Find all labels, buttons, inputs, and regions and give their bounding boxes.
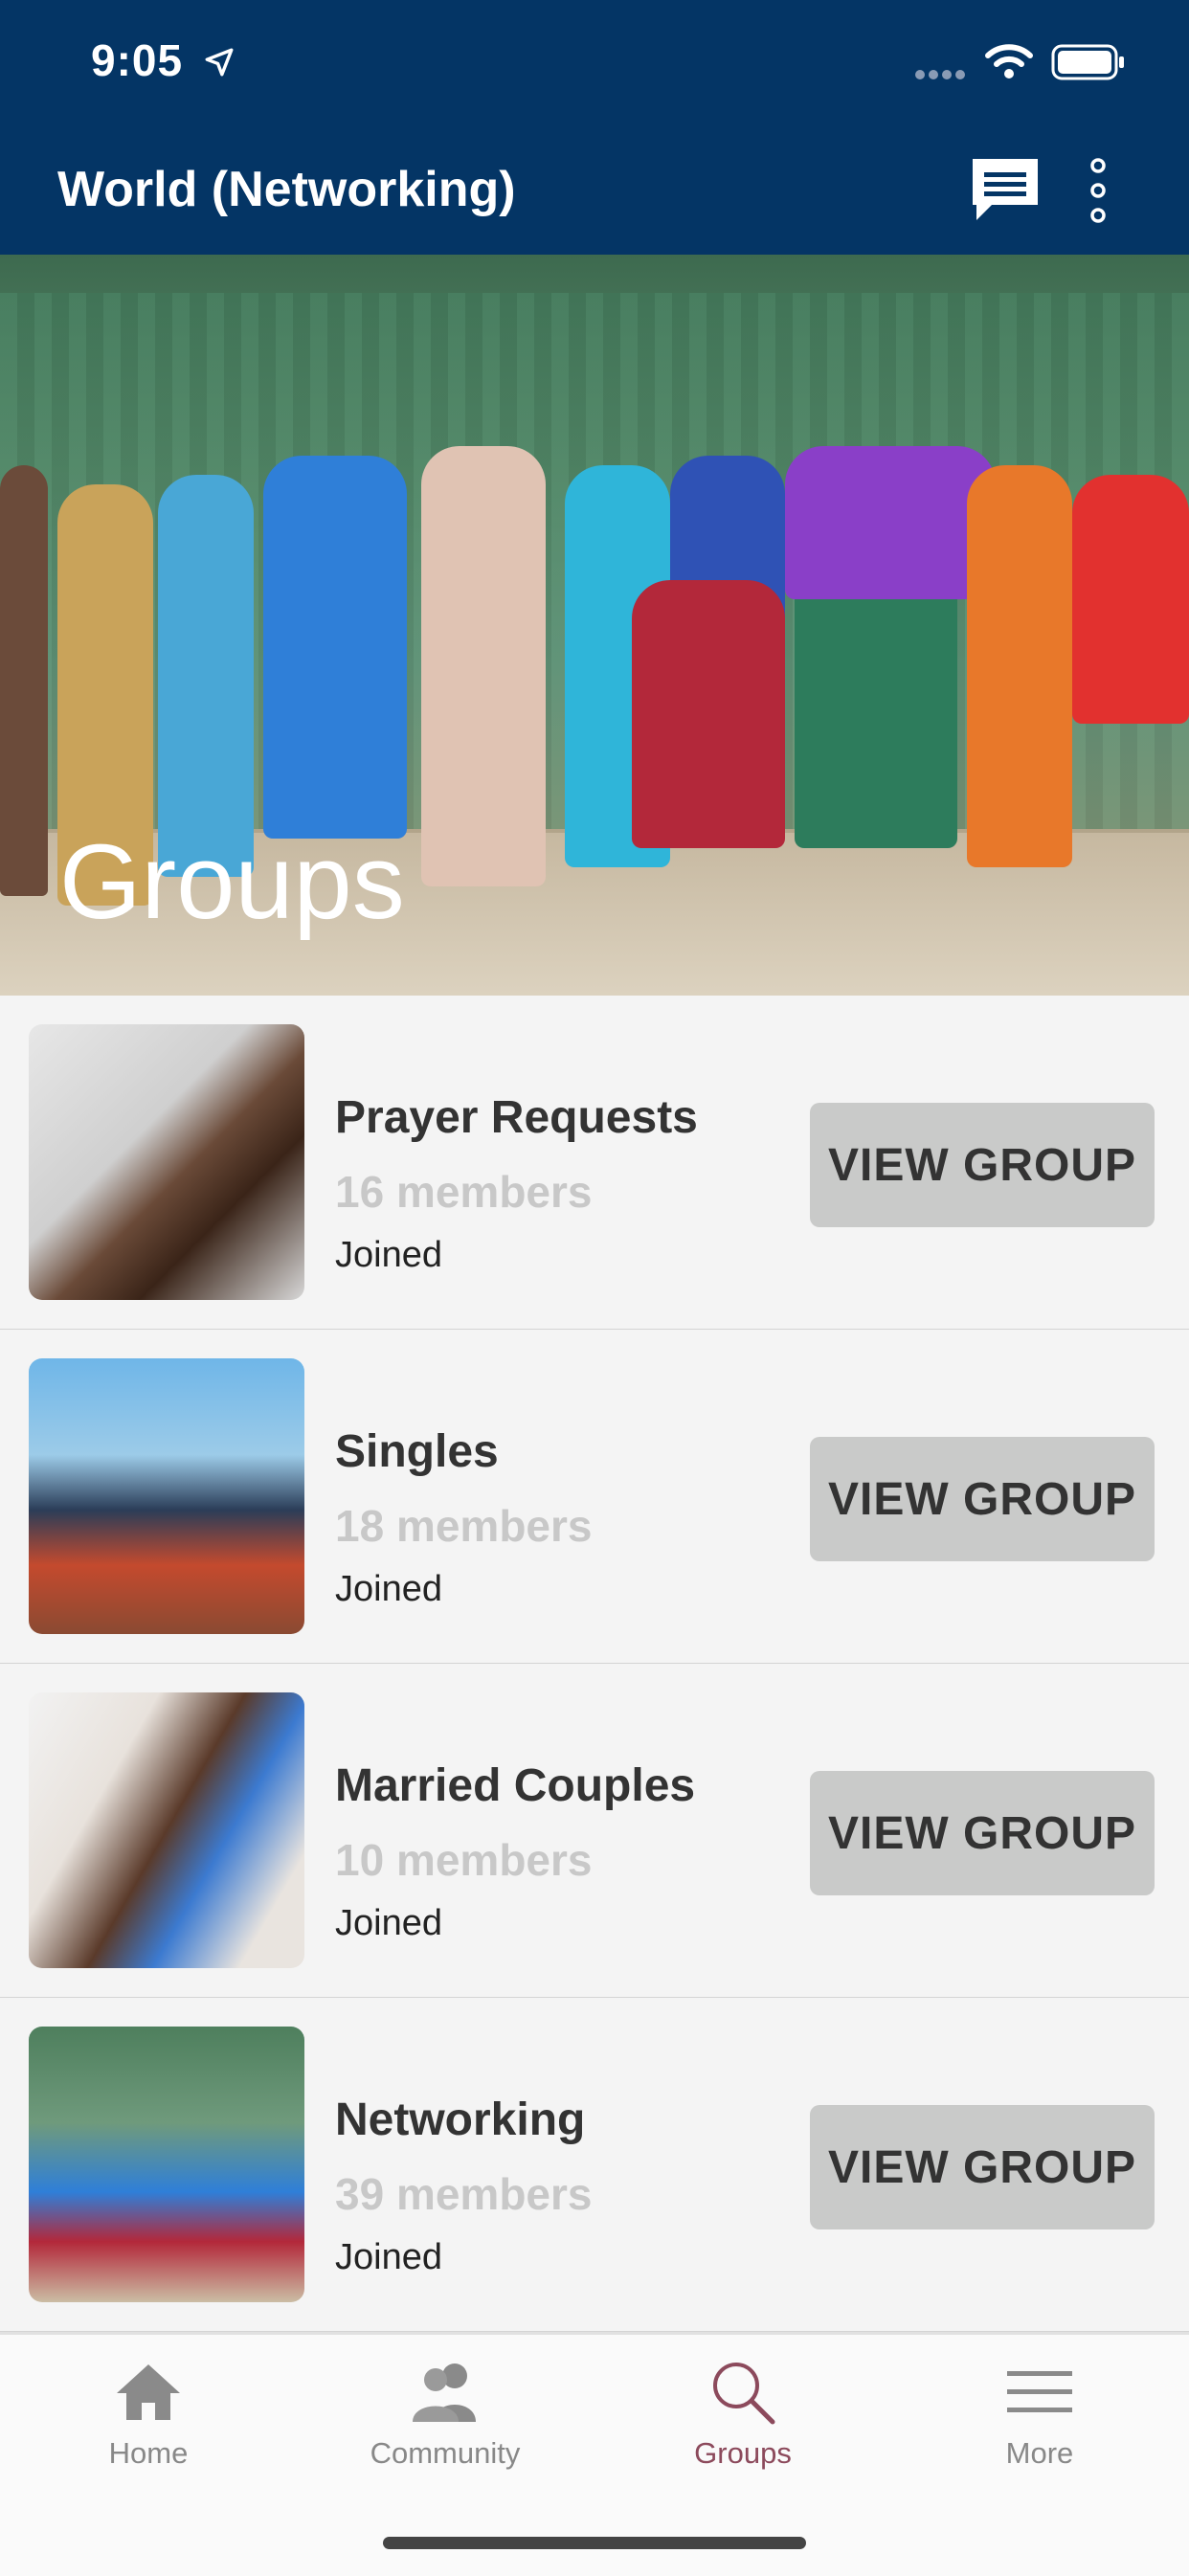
location-arrow-icon (205, 48, 234, 77)
group-thumbnail (29, 1358, 304, 1634)
hero-person (263, 456, 407, 839)
group-thumbnail (29, 1024, 304, 1300)
group-name: Married Couples (335, 1760, 696, 1811)
group-row[interactable]: Singles 18 members Joined VIEW GROUP (0, 1330, 1189, 1666)
tab-more[interactable]: More (925, 2354, 1155, 2471)
hero-person (421, 446, 546, 886)
status-time: 9:05 (91, 35, 184, 85)
group-thumbnail (29, 1692, 304, 1968)
group-row[interactable]: Prayer Requests 16 members Joined VIEW G… (0, 996, 1189, 1332)
hero-person (158, 475, 254, 877)
view-group-button[interactable]: VIEW GROUP (810, 1103, 1155, 1227)
group-join-status: Joined (335, 2237, 442, 2277)
hero-person (785, 446, 996, 599)
hero-person (1072, 475, 1189, 724)
tab-label: Community (370, 2436, 521, 2470)
group-name: Prayer Requests (335, 1092, 698, 1143)
chat-icon[interactable] (969, 155, 1042, 226)
app-bar: World (Networking) (0, 134, 1189, 255)
page-title: World (Networking) (57, 162, 516, 217)
group-member-count: 16 members (335, 1167, 593, 1217)
menu-icon (1007, 2371, 1072, 2412)
more-options-icon[interactable] (1084, 157, 1112, 224)
group-join-status: Joined (335, 1235, 442, 1275)
tab-community[interactable]: Community (330, 2354, 560, 2471)
group-row[interactable]: Networking 39 members Joined VIEW GROUP (0, 1998, 1189, 2334)
view-group-button[interactable]: VIEW GROUP (810, 2105, 1155, 2229)
hero-title: Groups (59, 823, 405, 941)
hero-person (632, 580, 785, 848)
status-bar: 9:05 (0, 0, 1189, 134)
community-icon (413, 2363, 476, 2422)
view-group-button[interactable]: VIEW GROUP (810, 1771, 1155, 1895)
group-member-count: 18 members (335, 1501, 593, 1551)
wifi-icon (985, 44, 1033, 78)
hero-person (795, 561, 957, 848)
home-indicator[interactable] (383, 2537, 806, 2549)
battery-icon (1051, 44, 1124, 80)
tab-label: More (1005, 2436, 1074, 2470)
search-icon (713, 2363, 775, 2425)
group-member-count: 10 members (335, 1835, 593, 1885)
group-join-status: Joined (335, 1903, 442, 1943)
signal-dots-icon (915, 70, 965, 79)
home-icon (117, 2364, 180, 2420)
view-group-button[interactable]: VIEW GROUP (810, 1437, 1155, 1561)
hero-person (0, 465, 48, 896)
group-join-status: Joined (335, 1569, 442, 1609)
tab-groups[interactable]: Groups (628, 2354, 858, 2471)
group-thumbnail (29, 2027, 304, 2302)
tab-label: Groups (694, 2436, 792, 2470)
group-name: Singles (335, 1426, 499, 1477)
tab-home[interactable]: Home (34, 2354, 263, 2471)
group-name: Networking (335, 2094, 586, 2145)
hero-person (967, 465, 1072, 867)
tab-label: Home (108, 2436, 189, 2470)
group-row[interactable]: Married Couples 10 members Joined VIEW G… (0, 1664, 1189, 2000)
group-member-count: 39 members (335, 2169, 593, 2219)
hero-banner: Groups (0, 255, 1189, 996)
